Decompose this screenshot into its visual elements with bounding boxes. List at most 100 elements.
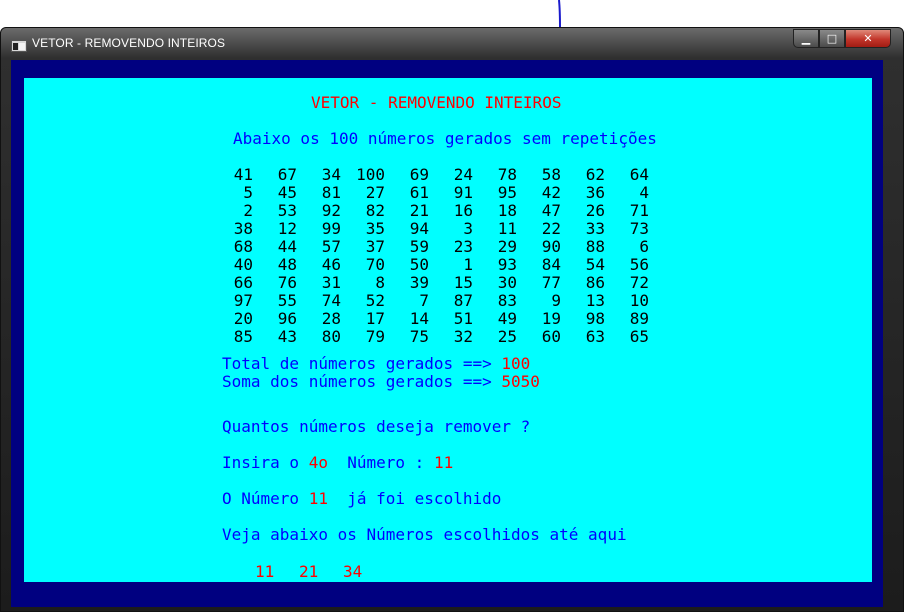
close-icon: ✕ — [863, 32, 873, 45]
number-cell: 98 — [585, 309, 605, 328]
numbers-row: 40 48 46 70 50 1 93 84 54 56 — [209, 256, 649, 274]
number-cell: 84 — [541, 255, 561, 274]
number-cell: 24 — [453, 165, 473, 184]
number-cell: 32 — [453, 327, 473, 346]
number-cell: 95 — [497, 183, 517, 202]
number-cell: 96 — [277, 309, 297, 328]
number-cell: 63 — [585, 327, 605, 346]
numbers-row: 85 43 80 79 75 32 25 60 63 65 — [209, 328, 649, 346]
sum-line: Soma dos números gerados ==> 5050 — [222, 373, 540, 391]
number-cell: 34 — [321, 165, 341, 184]
number-cell: 78 — [497, 165, 517, 184]
number-cell: 50 — [409, 255, 429, 274]
number-cell: 39 — [409, 273, 429, 292]
sum-label: Soma dos números gerados ==> — [222, 372, 502, 391]
number-cell: 67 — [277, 165, 297, 184]
console-window: VETOR - REMOVENDO INTEIROS ▁ □ ✕ VETOR -… — [0, 27, 904, 612]
console-app-icon — [11, 37, 27, 52]
total-line: Total de números gerados ==> 100 — [222, 355, 530, 373]
number-cell: 73 — [629, 219, 649, 238]
number-cell: 14 — [409, 309, 429, 328]
number-cell: 66 — [233, 273, 253, 292]
number-cell: 68 — [233, 237, 253, 256]
number-cell: 27 — [365, 183, 385, 202]
number-cell: 19 — [541, 309, 561, 328]
chosen-numbers-list: 11 21 34 — [255, 562, 387, 581]
numbers-row: 5 45 81 27 61 91 95 42 36 4 — [209, 184, 649, 202]
number-cell: 60 — [541, 327, 561, 346]
numbers-row: 41 67 34 100 69 24 78 58 62 64 — [209, 166, 649, 184]
number-cell: 58 — [541, 165, 561, 184]
number-cell: 90 — [541, 237, 561, 256]
insert-label-b: Número : — [327, 453, 434, 472]
title-bar[interactable]: VETOR - REMOVENDO INTEIROS ▁ □ ✕ — [1, 28, 903, 58]
numbers-row: 38 12 99 35 94 3 11 22 33 73 — [209, 220, 649, 238]
number-cell: 25 — [497, 327, 517, 346]
number-cell: 70 — [365, 255, 385, 274]
number-cell: 61 — [409, 183, 429, 202]
number-cell: 16 — [453, 201, 473, 220]
number-cell: 85 — [233, 327, 253, 346]
numbers-grid: 41 67 34 100 69 24 78 58 62 64 5 45 81 27 61 91 95 42 36 4 2… — [209, 166, 649, 346]
chosen-number: 11 — [255, 562, 275, 581]
number-cell: 72 — [629, 273, 649, 292]
number-cell: 37 — [365, 237, 385, 256]
number-cell: 59 — [409, 237, 429, 256]
number-cell: 71 — [629, 201, 649, 220]
number-cell: 9 — [551, 291, 561, 310]
number-cell: 64 — [629, 165, 649, 184]
number-cell: 17 — [365, 309, 385, 328]
number-cell: 62 — [585, 165, 605, 184]
number-cell: 7 — [419, 291, 429, 310]
number-cell: 5 — [243, 183, 253, 202]
number-cell: 30 — [497, 273, 517, 292]
number-cell: 44 — [277, 237, 297, 256]
insert-line: Insira o 4o Número : 11 — [222, 454, 453, 472]
number-cell: 18 — [497, 201, 517, 220]
chosen-msg-a: O Número — [222, 489, 309, 508]
number-cell: 69 — [409, 165, 429, 184]
numbers-row: 2 53 92 82 21 16 18 47 26 71 — [209, 202, 649, 220]
number-cell: 4 — [639, 183, 649, 202]
number-cell: 54 — [585, 255, 605, 274]
chosen-number: 34 — [343, 562, 363, 581]
number-cell: 56 — [629, 255, 649, 274]
number-cell: 83 — [497, 291, 517, 310]
minimize-button[interactable]: ▁ — [793, 29, 819, 48]
number-cell: 33 — [585, 219, 605, 238]
number-cell: 99 — [321, 219, 341, 238]
chosen-msg-b: já foi escolhido — [327, 489, 502, 508]
number-cell: 29 — [497, 237, 517, 256]
number-cell: 43 — [277, 327, 297, 346]
number-cell: 13 — [585, 291, 605, 310]
number-cell: 79 — [365, 327, 385, 346]
number-cell: 92 — [321, 201, 341, 220]
number-cell: 45 — [277, 183, 297, 202]
number-cell: 91 — [453, 183, 473, 202]
number-cell: 75 — [409, 327, 429, 346]
close-button[interactable]: ✕ — [845, 29, 891, 48]
number-cell: 26 — [585, 201, 605, 220]
window-title: VETOR - REMOVENDO INTEIROS — [32, 36, 226, 50]
number-cell: 55 — [277, 291, 297, 310]
number-cell: 88 — [585, 237, 605, 256]
number-cell: 40 — [233, 255, 253, 274]
number-cell: 20 — [233, 309, 253, 328]
maximize-button[interactable]: □ — [819, 29, 845, 48]
number-cell: 89 — [629, 309, 649, 328]
number-cell: 52 — [365, 291, 385, 310]
maximize-icon: □ — [826, 32, 838, 45]
number-cell: 46 — [321, 255, 341, 274]
number-cell: 100 — [356, 165, 385, 184]
total-value: 100 — [501, 354, 531, 373]
number-cell: 47 — [541, 201, 561, 220]
insert-value: 11 — [433, 453, 454, 472]
number-cell: 35 — [365, 219, 385, 238]
chosen-msg-value: 11 — [308, 489, 328, 508]
number-cell: 94 — [409, 219, 429, 238]
console-area[interactable]: VETOR - REMOVENDO INTEIROS Abaixo os 100… — [11, 60, 883, 607]
console-subheading: Abaixo os 100 números gerados sem repeti… — [233, 129, 657, 148]
number-cell: 41 — [233, 165, 253, 184]
number-cell: 36 — [585, 183, 605, 202]
numbers-row: 66 76 31 8 39 15 30 77 86 72 — [209, 274, 649, 292]
